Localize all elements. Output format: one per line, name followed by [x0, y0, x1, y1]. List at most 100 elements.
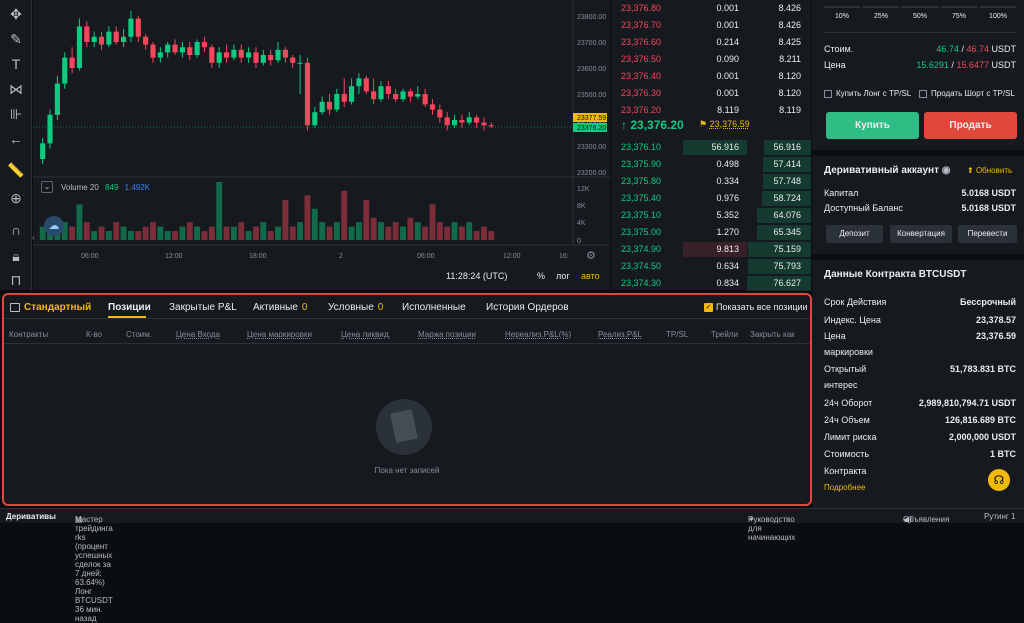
ask-row[interactable]: 23,376.60 0.214 8.425 [611, 34, 811, 51]
bid-row[interactable]: 23,375.40 0.976 58.724 [611, 190, 811, 207]
positions-tab[interactable]: Закрытые P&L [169, 302, 237, 313]
candle-body [481, 122, 487, 126]
convert-button[interactable]: Конвертация [890, 225, 952, 243]
percent-scale-button[interactable]: % [537, 271, 545, 281]
ask-row[interactable]: 23,376.30 0.001 8.120 [611, 85, 811, 102]
volume-bar [275, 226, 281, 240]
percent-tick [980, 6, 1016, 8]
candle-body [172, 44, 178, 53]
volume-bar [179, 226, 186, 240]
ask-row[interactable]: 23,376.70 0.001 8.426 [611, 17, 811, 34]
positions-tab[interactable]: Стандартный [24, 302, 91, 313]
routing-label[interactable]: Рутинг 1 [984, 512, 1015, 521]
percent-button[interactable]: 25% [863, 13, 899, 20]
ask-row[interactable]: 23,376.50 0.090 8.211 [611, 51, 811, 68]
tpsl-long-checkbox[interactable]: Купить Лонг с TP/SL [824, 89, 911, 98]
volume-bar [326, 226, 333, 240]
positions-panel: Стандартный Позиции Закрытые P&L Активные 0 У… [2, 293, 812, 506]
volume-tick: 12K [577, 186, 590, 193]
standard-view-icon[interactable] [10, 303, 20, 312]
collapse-volume-icon[interactable]: ⌄ [41, 181, 53, 193]
candle-body [135, 18, 141, 37]
magnet-icon[interactable]: ∩ [6, 220, 26, 240]
unlock-icon[interactable]: ⊓ [6, 270, 26, 290]
positions-tab[interactable]: Позиции [108, 302, 151, 313]
chart-clock: 11:28:24 (UTC) [446, 271, 508, 281]
pencil-icon[interactable]: ✎ [6, 29, 26, 49]
positions-tab[interactable]: Активные 0 [253, 302, 307, 313]
contract-key: Лимит риска [824, 432, 877, 442]
bid-row[interactable]: 23,374.50 0.634 75.793 [611, 258, 811, 275]
transfer-button[interactable]: Перевести [958, 225, 1017, 243]
ask-row[interactable]: 23,376.40 0.001 8.120 [611, 68, 811, 85]
candle-body [187, 47, 193, 55]
deposit-button[interactable]: Депозит [826, 225, 883, 243]
bid-row[interactable]: 23,375.90 0.498 57.414 [611, 156, 811, 173]
candle-body [91, 36, 97, 42]
scroll-left-icon[interactable]: ‹ [32, 233, 35, 242]
tpsl-short-checkbox[interactable]: Продать Шорт с TP/SL [919, 89, 1015, 98]
volume-bar [458, 226, 465, 240]
volume-tick: 0 [577, 238, 581, 245]
candle-body [216, 52, 222, 63]
volume-bar [488, 231, 495, 240]
support-headset-icon[interactable]: ☊ [988, 469, 1010, 491]
fib-icon[interactable]: ⊪ [6, 104, 26, 124]
refresh-button[interactable]: ⬆ Обновить [967, 166, 1012, 175]
bid-amount: 0.334 [716, 176, 739, 186]
percent-button[interactable]: 100% [980, 13, 1016, 20]
bid-row[interactable]: 23,374.90 9.813 75.159 [611, 241, 811, 258]
bid-row[interactable]: 23,375.10 5.352 64.076 [611, 207, 811, 224]
log-scale-button[interactable]: лог [556, 271, 570, 281]
percent-button[interactable]: 75% [941, 13, 977, 20]
column-header: Нереализ.P&L(%) [505, 330, 572, 339]
price-tick: 23300.00 [577, 144, 606, 151]
cloud-icon[interactable]: ☁ [44, 216, 64, 236]
arrow-left-icon[interactable]: ← [6, 129, 26, 149]
sell-button[interactable]: Продать [924, 112, 1017, 139]
candle-body [84, 26, 90, 42]
volume-bar [238, 222, 245, 240]
ask-row[interactable]: 23,376.20 8.119 8.119 [611, 102, 811, 119]
bid-price: 23,374.50 [621, 261, 662, 271]
show-all-checkbox[interactable]: ✓ Показать все позиции [704, 302, 808, 313]
volume-bar [223, 226, 230, 240]
candle-body [121, 36, 127, 42]
ruler-icon[interactable]: 📏 [6, 160, 26, 180]
volume-bar [194, 226, 201, 240]
volume-bar [142, 226, 149, 240]
positions-tab[interactable]: Исполненные [402, 302, 466, 313]
bid-price: 23,375.90 [621, 159, 662, 169]
bid-row[interactable]: 23,376.10 56.916 56.916 [611, 139, 811, 156]
bid-amount: 5.352 [716, 210, 739, 220]
lock-icon[interactable]: 🔒︎ [6, 246, 26, 266]
auto-scale-button[interactable]: авто [581, 271, 600, 281]
contract-value: 2,000,000 USDT [948, 432, 1016, 442]
crosshair-icon[interactable]: ✥ [6, 4, 26, 24]
percent-tick [902, 6, 938, 8]
bid-row[interactable]: 23,375.80 0.334 57.748 [611, 173, 811, 190]
tab-label: Условные [328, 302, 374, 313]
zoom-icon[interactable]: ⊕ [6, 188, 26, 208]
percent-button[interactable]: 50% [902, 13, 938, 20]
candle-body [429, 104, 436, 110]
pattern-icon[interactable]: ⋈ [6, 79, 26, 99]
percent-button[interactable]: 10% [824, 13, 860, 20]
chart-settings-icon[interactable]: ⚙ [586, 249, 596, 262]
derivatives-label[interactable]: Деривативы [6, 512, 56, 521]
candlestick-svg[interactable]: 23800.0023700.0023600.0023500.0023400.00… [33, 0, 610, 290]
text-tool-icon[interactable]: T [6, 54, 26, 74]
candle-body [246, 52, 252, 58]
positions-tab[interactable]: История Ордеров [486, 302, 569, 313]
volume-bar [98, 226, 105, 240]
more-link[interactable]: Подробнее [824, 483, 866, 492]
bid-row[interactable]: 23,374.30 0.834 76.627 [611, 275, 811, 292]
bid-row[interactable]: 23,375.00 1.270 65.345 [611, 224, 811, 241]
ask-row[interactable]: 23,376.80 0.001 8.426 [611, 0, 811, 17]
positions-tab[interactable]: Условные 0 [328, 302, 383, 313]
cost-unit: USDT [991, 44, 1017, 54]
candle-body [106, 31, 112, 45]
buy-button[interactable]: Купить [826, 112, 919, 139]
price-chart[interactable]: 23800.0023700.0023600.0023500.0023400.00… [32, 0, 610, 290]
tab-label: История Ордеров [486, 302, 569, 313]
